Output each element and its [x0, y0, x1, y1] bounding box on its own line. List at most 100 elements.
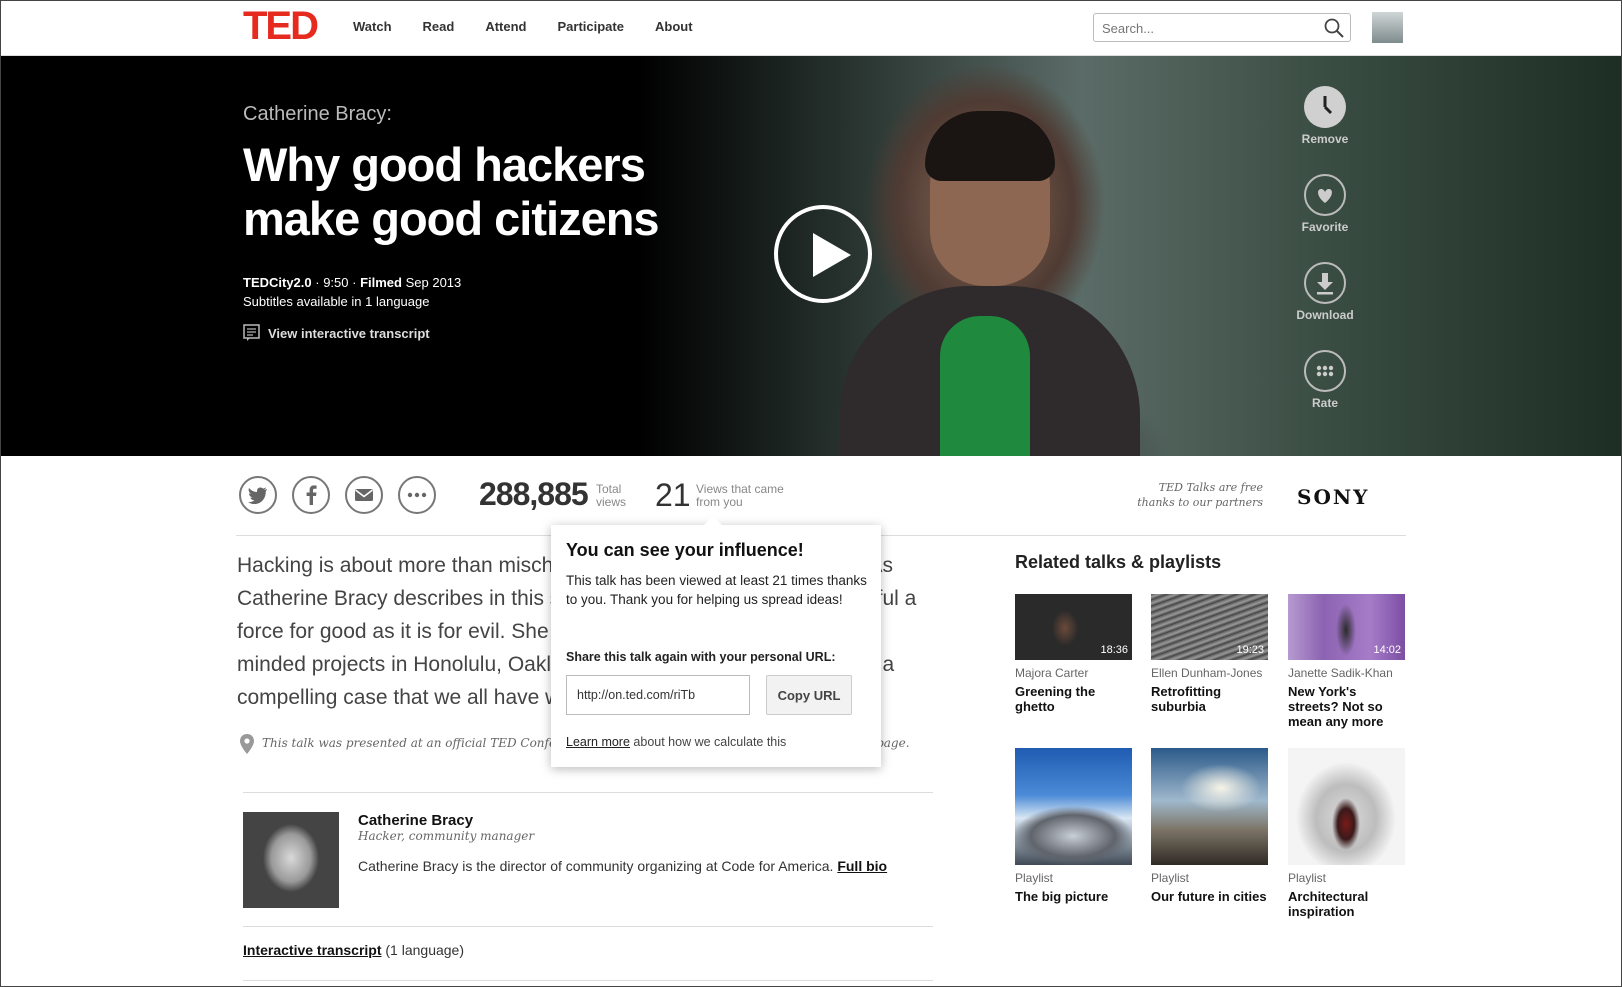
divider — [243, 792, 933, 793]
duration: 9:50 — [323, 275, 349, 290]
playlist-label: Playlist — [1288, 871, 1327, 885]
your-views-count[interactable]: 21 — [655, 477, 691, 514]
view-transcript-link[interactable]: View interactive transcript — [243, 324, 430, 342]
subtitles-info[interactable]: Subtitles available in 1 language — [243, 294, 429, 309]
twitter-icon — [248, 487, 267, 504]
bio-role: Hacker, community manager — [358, 829, 535, 843]
transcript-icon — [243, 324, 260, 341]
mail-icon — [355, 489, 373, 501]
learn-more-row: Learn more about how we calculate this — [566, 735, 786, 749]
download-button[interactable]: Download — [1280, 262, 1370, 322]
ted-logo[interactable]: TED — [243, 6, 325, 46]
heart-icon — [1304, 174, 1346, 216]
video-hero: Catherine Bracy: Why good hackers make g… — [0, 56, 1622, 456]
rate-label: Rate — [1311, 396, 1338, 410]
personal-url-field[interactable] — [566, 675, 750, 715]
related-playlist-card[interactable]: Playlist The big picture — [1015, 748, 1132, 904]
rate-button[interactable]: Rate — [1280, 350, 1370, 410]
nav-read[interactable]: Read — [423, 19, 455, 34]
more-share-button[interactable] — [398, 476, 436, 514]
talk-duration: 19:23 — [1236, 644, 1264, 656]
related-talk-card[interactable]: 14:02 Janette Sadik-Khan New York's stre… — [1288, 594, 1405, 729]
divider — [243, 980, 933, 981]
partner-note: TED Talks are free thanks to our partner… — [1137, 481, 1263, 509]
playlist-thumbnail[interactable] — [1151, 748, 1268, 865]
nav-attend[interactable]: Attend — [485, 19, 526, 34]
playlist-label: Playlist — [1015, 871, 1054, 885]
share-url-label: Share this talk again with your personal… — [566, 650, 836, 664]
download-icon — [1304, 262, 1346, 304]
talk-thumbnail[interactable]: 18:36 — [1015, 594, 1132, 660]
nav-about[interactable]: About — [655, 19, 693, 34]
talk-speaker: Janette Sadik-Khan — [1288, 666, 1393, 680]
filmed-label: Filmed — [360, 275, 402, 290]
full-bio-link[interactable]: Full bio — [837, 858, 887, 874]
share-buttons — [239, 476, 451, 514]
bio-summary: Catherine Bracy is the director of commu… — [358, 858, 887, 874]
facebook-icon — [306, 485, 317, 505]
clock-icon — [1304, 86, 1346, 128]
sony-logo[interactable]: SONY — [1297, 485, 1369, 509]
talk-duration: 14:02 — [1373, 644, 1401, 656]
playlist-title-link[interactable]: Architectural inspiration — [1288, 889, 1405, 919]
divider — [243, 926, 933, 927]
copy-url-button[interactable]: Copy URL — [766, 675, 852, 715]
talk-thumbnail[interactable]: 14:02 — [1288, 594, 1405, 660]
speaker-photo[interactable] — [243, 812, 339, 908]
user-avatar[interactable] — [1372, 12, 1403, 43]
nav-watch[interactable]: Watch — [353, 19, 392, 34]
total-views-count: 288,885 — [479, 476, 589, 512]
talk-title-link[interactable]: Retrofitting suburbia — [1151, 684, 1268, 714]
search-box — [1093, 13, 1351, 42]
top-navigation-bar: TED Watch Read Attend Participate About — [0, 0, 1622, 56]
bio-text: Catherine Bracy is the director of commu… — [358, 858, 834, 874]
talk-title-link[interactable]: Greening the ghetto — [1015, 684, 1132, 714]
remove-label: Remove — [1301, 132, 1349, 146]
playlist-title-link[interactable]: The big picture — [1015, 889, 1132, 904]
talk-meta: TEDCity2.0 · 9:50 · Filmed Sep 2013 Subt… — [243, 275, 462, 309]
favorite-button[interactable]: Favorite — [1280, 174, 1370, 234]
interactive-transcript-link[interactable]: Interactive transcript — [243, 942, 382, 958]
more-icon — [407, 492, 427, 498]
remove-button[interactable]: Remove — [1280, 86, 1370, 146]
talk-title-link[interactable]: New York's streets? Not so mean any more — [1288, 684, 1405, 729]
interactive-transcript-row: Interactive transcript (1 language) — [243, 942, 464, 958]
search-icon[interactable] — [1324, 18, 1344, 38]
talk-title: Why good hackers make good citizens — [243, 138, 660, 245]
related-playlist-card[interactable]: Playlist Our future in cities — [1151, 748, 1268, 904]
playlist-title-link[interactable]: Our future in cities — [1151, 889, 1268, 904]
talk-thumbnail[interactable]: 19:23 — [1151, 594, 1268, 660]
playlist-label: Playlist — [1151, 871, 1190, 885]
playlist-thumbnail[interactable] — [1288, 748, 1405, 865]
related-talk-card[interactable]: 18:36 Majora Carter Greening the ghetto — [1015, 594, 1132, 714]
learn-more-link[interactable]: Learn more — [566, 735, 630, 749]
popover-title: You can see your influence! — [566, 540, 804, 560]
favorite-label: Favorite — [1301, 220, 1349, 234]
speaker-name[interactable]: Catherine Bracy: — [243, 103, 392, 126]
filmed-date: Sep 2013 — [405, 275, 462, 290]
playlist-thumbnail[interactable] — [1015, 748, 1132, 865]
email-share-button[interactable] — [345, 476, 383, 514]
view-transcript-label: View interactive transcript — [268, 325, 430, 341]
event-link[interactable]: TEDCity2.0 — [243, 275, 312, 290]
talk-duration: 18:36 — [1100, 644, 1128, 656]
transcript-languages: (1 language) — [385, 942, 465, 958]
location-pin-icon — [240, 734, 254, 754]
twitter-share-button[interactable] — [239, 476, 277, 514]
download-label: Download — [1296, 308, 1354, 322]
dots-icon — [1304, 350, 1346, 392]
learn-more-suffix: about how we calculate this — [633, 735, 787, 749]
play-button[interactable] — [774, 205, 872, 303]
bio-name[interactable]: Catherine Bracy — [358, 812, 473, 829]
talk-speaker: Majora Carter — [1015, 666, 1089, 680]
related-talk-card[interactable]: 19:23 Ellen Dunham-Jones Retrofitting su… — [1151, 594, 1268, 714]
your-views-label[interactable]: Views that came from you — [696, 483, 786, 509]
talk-speaker: Ellen Dunham-Jones — [1151, 666, 1263, 680]
nav-participate[interactable]: Participate — [558, 19, 624, 34]
search-input[interactable] — [1100, 14, 1324, 42]
popover-text: This talk has been viewed at least 21 ti… — [566, 573, 867, 607]
facebook-share-button[interactable] — [292, 476, 330, 514]
poster-figure-shirt — [940, 316, 1030, 456]
related-playlist-card[interactable]: Playlist Architectural inspiration — [1288, 748, 1405, 919]
related-heading: Related talks & playlists — [1015, 552, 1222, 572]
